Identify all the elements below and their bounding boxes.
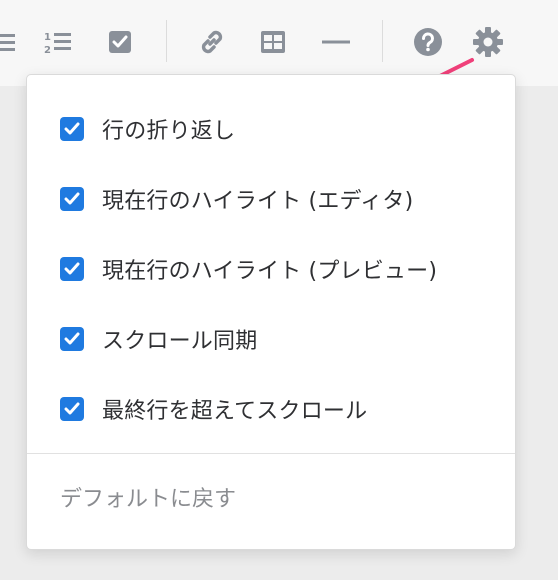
reset-to-default-button[interactable]: デフォルトに戻す — [60, 481, 236, 513]
menu-divider — [27, 453, 515, 454]
option-line-wrap[interactable]: 行の折り返し — [27, 94, 515, 164]
settings-option-list: 行の折り返し 現在行のハイライト (エディタ) 現在行のハイライト (プレビュー… — [27, 75, 515, 444]
unordered-list-icon[interactable] — [0, 24, 22, 60]
option-highlight-line-editor[interactable]: 現在行のハイライト (エディタ) — [27, 164, 515, 234]
table-icon[interactable] — [255, 24, 291, 60]
toolbar-separator — [166, 20, 167, 62]
checkbox-checked-icon[interactable] — [60, 397, 84, 421]
toolbar-separator — [382, 20, 383, 62]
option-label: 行の折り返し — [102, 119, 236, 144]
checkbox-checked-icon[interactable] — [60, 327, 84, 351]
option-label: スクロール同期 — [102, 329, 258, 354]
checkbox-checked-icon[interactable] — [60, 257, 84, 281]
option-scroll-past-end[interactable]: 最終行を超えてスクロール — [27, 374, 515, 444]
checkbox-checked-icon[interactable] — [60, 117, 84, 141]
option-highlight-line-preview[interactable]: 現在行のハイライト (プレビュー) — [27, 234, 515, 304]
option-label: 現在行のハイライト (プレビュー) — [102, 259, 438, 284]
link-icon[interactable] — [194, 24, 230, 60]
checkbox-checked-icon[interactable] — [60, 187, 84, 211]
option-scroll-sync[interactable]: スクロール同期 — [27, 304, 515, 374]
option-label: 最終行を超えてスクロール — [102, 399, 368, 424]
svg-text:2: 2 — [44, 45, 51, 55]
svg-text:1: 1 — [44, 32, 51, 43]
settings-dropdown-menu: 行の折り返し 現在行のハイライト (エディタ) 現在行のハイライト (プレビュー… — [26, 74, 516, 550]
horizontal-rule-icon[interactable] — [318, 24, 354, 60]
option-label: 現在行のハイライト (エディタ) — [102, 189, 414, 214]
ordered-list-icon[interactable]: 1 2 — [40, 24, 76, 60]
checkbox-list-icon[interactable] — [102, 24, 138, 60]
